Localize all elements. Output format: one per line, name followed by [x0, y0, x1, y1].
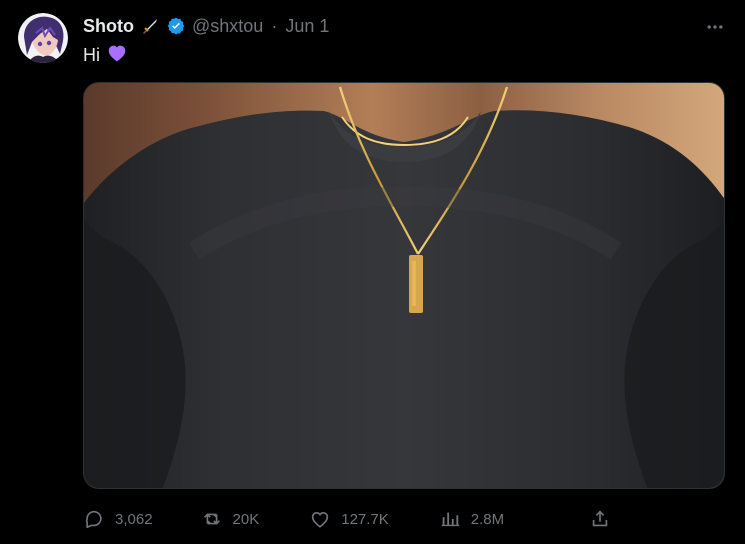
tweet-actions: 3,062 20K 127.7K 2.8M — [83, 505, 725, 533]
tweet-text: Hi — [83, 43, 128, 67]
avatar-image — [18, 13, 68, 63]
like-count: 127.7K — [341, 510, 389, 528]
reply-icon — [83, 508, 105, 530]
avatar[interactable] — [18, 13, 68, 63]
like-button[interactable]: 127.7K — [309, 505, 389, 533]
dagger-icon — [140, 16, 160, 36]
handle[interactable]: @shxtou — [192, 17, 263, 35]
more-horizontal-icon[interactable] — [703, 15, 727, 39]
views-button[interactable]: 2.8M — [439, 505, 504, 533]
reply-count: 3,062 — [115, 510, 153, 528]
reply-button[interactable]: 3,062 — [83, 505, 153, 533]
separator: · — [271, 16, 278, 36]
retweet-count: 20K — [232, 510, 260, 528]
media-photo — [84, 86, 724, 488]
tweet-header: Shoto @shxtou · Jun 1 — [83, 13, 329, 39]
display-name[interactable]: Shoto — [83, 17, 134, 35]
share-button[interactable] — [589, 505, 611, 533]
retweet-icon — [201, 508, 223, 530]
verified-icon — [166, 16, 186, 36]
share-icon — [589, 508, 611, 530]
views-icon — [439, 508, 461, 530]
tweet-text-body: Hi — [83, 44, 100, 65]
retweet-button[interactable]: 20K — [201, 505, 260, 533]
timestamp[interactable]: Jun 1 — [285, 17, 329, 35]
tweet-media[interactable] — [83, 82, 725, 489]
heart-icon — [309, 508, 331, 530]
tweet[interactable]: Shoto @shxtou · Jun 1 Hi 3,062 20K 127.7… — [0, 0, 745, 544]
views-count: 2.8M — [470, 510, 505, 528]
purple-heart-icon — [106, 42, 128, 69]
